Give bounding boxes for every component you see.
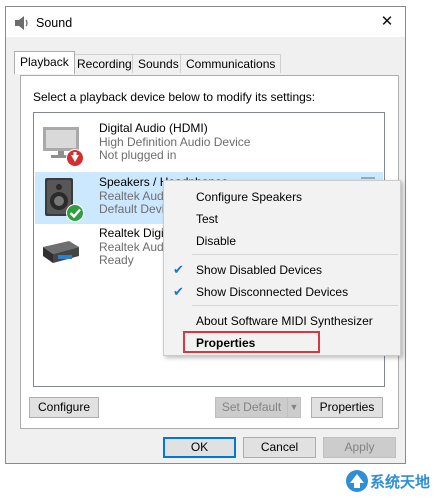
watermark-logo: 系统天地 [345,466,433,496]
green-check-icon [66,204,84,222]
set-default-button[interactable]: Set Default [215,397,288,418]
tab-sounds[interactable]: Sounds [132,54,185,73]
close-icon: ✕ [380,13,394,30]
menu-item-show-disabled-devices[interactable]: Show Disabled Devices [196,263,322,277]
device-name: Digital Audio (HDMI) [99,121,208,135]
digital-output-icon [43,241,79,263]
chevron-down-icon: ▼ [289,402,299,412]
apply-button[interactable]: Apply [323,437,396,458]
check-icon: ✔ [173,284,184,299]
menu-separator [192,254,398,255]
menu-item-show-disconnected-devices[interactable]: Show Disconnected Devices [196,285,348,299]
menu-item-about-midi-synthesizer[interactable]: About Software MIDI Synthesizer [196,314,373,328]
red-down-arrow-icon [66,149,84,167]
tab-recording[interactable]: Recording [71,54,138,73]
tab-playback[interactable]: Playback [14,51,75,74]
speaker-icon [45,178,84,222]
menu-item-disable[interactable]: Disable [196,234,236,248]
logo-icon [346,470,368,492]
menu-item-test[interactable]: Test [196,212,218,226]
speaker-icon [15,16,28,30]
watermark-text: 系统天地 [370,474,431,491]
monitor-icon [43,127,84,167]
window-title: Sound [36,16,73,30]
close-button[interactable]: ✕ [377,13,397,31]
check-icon: ✔ [173,262,184,277]
device-item-hdmi[interactable]: Digital Audio (HDMI) High Definition Aud… [35,118,383,170]
ok-button[interactable]: OK [163,437,236,458]
device-status: Not plugged in [99,148,177,162]
device-description: High Definition Audio Device [99,134,251,149]
menu-separator [192,305,398,306]
set-default-dropdown[interactable]: ▼ [287,397,301,418]
menu-item-configure-speakers[interactable]: Configure Speakers [196,190,302,204]
tab-communications[interactable]: Communications [180,54,282,73]
properties-button[interactable]: Properties [311,397,383,418]
cancel-button[interactable]: Cancel [243,437,316,458]
instruction-text: Select a playback device below to modify… [33,90,316,104]
configure-button[interactable]: Configure [29,397,99,418]
properties-highlight-box [183,331,320,353]
title-bar: Sound ✕ [6,7,405,37]
context-menu: Configure Speakers Test Disable ✔ Show D… [163,180,401,356]
